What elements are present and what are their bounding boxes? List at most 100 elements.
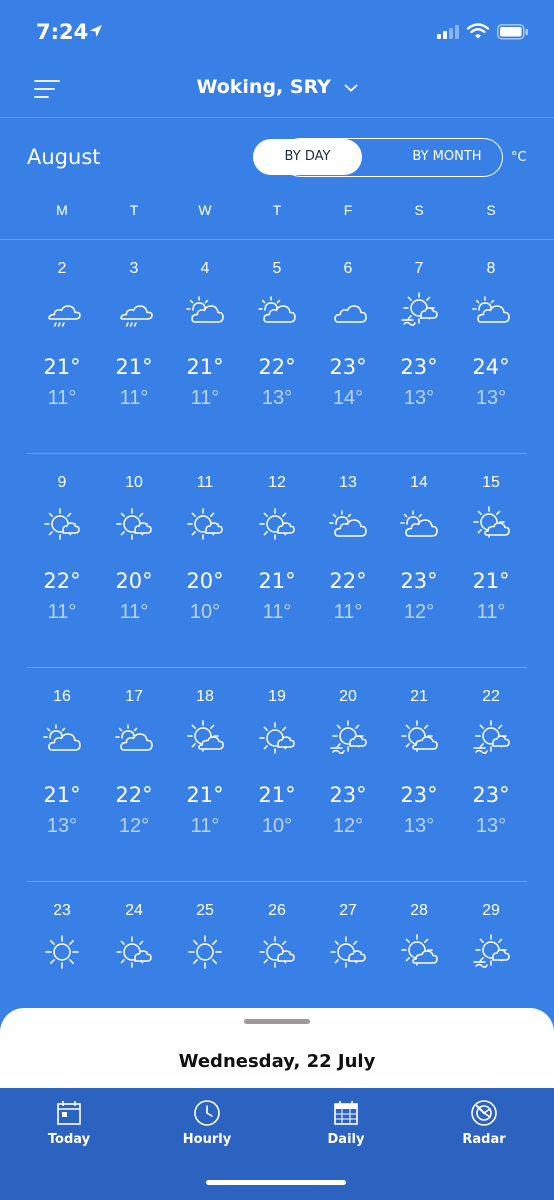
partly-cloudy-icon [329,510,367,537]
sunny-intervals-icon [187,508,223,540]
tab-label: Hourly [182,1132,232,1147]
day-cell[interactable]: 10 20° 11° [104,454,164,654]
low-temp: 11° [47,387,77,409]
high-temp: 23° [400,569,438,593]
day-cell[interactable]: 5 22° 13° [247,240,307,440]
low-temp: 11° [476,601,506,623]
cloud-icon [334,305,367,323]
high-temp: 21° [43,355,81,379]
day-number: 9 [57,474,67,491]
high-temp: 22° [329,569,367,593]
day-cell[interactable]: 2 21° 11° [32,240,92,440]
day-cell[interactable]: 21 23° 13° [389,668,449,868]
day-cell[interactable]: 6 23° 14° [318,240,378,440]
partly-cloudy-icon [43,724,81,751]
low-temp: 12° [118,815,150,837]
day-number: 16 [53,688,71,705]
day-number: 26 [268,902,286,919]
calendar-week-row: 9 22° 11° 10 20° 11° 11 20° 10° 12 21° 11° 13 22° 11° 1… [0,454,554,668]
day-cell[interactable]: 11 20° 10° [175,454,235,654]
status-time: 7:24 [36,20,89,44]
high-temp: 21° [186,355,224,379]
weekday-label: M [56,202,68,218]
tab-hourly[interactable]: Hourly [152,1098,262,1147]
sheet-drag-handle[interactable] [244,1019,310,1024]
day-cell[interactable]: 17 22° 12° [104,668,164,868]
low-temp: 13° [475,387,507,409]
day-cell[interactable]: 4 21° 11° [175,240,235,440]
high-temp: 21° [258,783,296,807]
low-temp: 11° [47,601,77,623]
sun-icon [45,935,79,969]
low-temp: 13° [46,815,78,837]
sun-behind-cloud-icon [187,720,224,752]
day-cell[interactable]: 18 21° 11° [175,668,235,868]
tab-label: Daily [327,1132,365,1147]
day-number: 24 [125,902,143,919]
sunny-intervals-icon [44,508,80,540]
day-number: 20 [339,688,357,705]
day-cell[interactable]: 12 21° 11° [247,454,307,654]
day-detail-sheet[interactable]: Wednesday, 22 July [0,1008,554,1098]
low-temp: 13° [403,815,435,837]
by-day-toggle[interactable]: BY DAY [253,139,362,175]
day-number: 12 [268,474,286,491]
low-temp: 11° [190,387,220,409]
sun-behind-cloud-icon [401,720,438,752]
day-cell[interactable]: 14 23° 12° [389,454,449,654]
day-cell[interactable]: 20 23° 12° [318,668,378,868]
temperature-unit-toggle[interactable]: °C [511,150,527,165]
day-number: 5 [272,260,282,277]
day-cell[interactable]: 7 23° 13° [389,240,449,440]
day-number: 18 [196,688,214,705]
day-number: 23 [53,902,71,919]
day-cell[interactable]: 3 21° 11° [104,240,164,440]
high-temp: 20° [186,569,224,593]
day-number: 27 [339,902,357,919]
weekday-label: S [486,202,496,218]
weekday-label: W [198,202,212,218]
low-temp: 11° [262,601,292,623]
day-cell[interactable]: 9 22° 11° [32,454,92,654]
day-cell[interactable]: 13 22° 11° [318,454,378,654]
cellular-signal-icon [437,25,459,39]
high-temp: 23° [329,783,367,807]
day-cell[interactable]: 15 21° 11° [461,454,521,654]
sun-behind-cloud-icon [473,506,510,538]
weekday-label: T [272,202,282,218]
location-selector[interactable]: Woking, SRY [0,76,554,98]
tab-label: Today [47,1132,91,1147]
calendar-daily-icon [334,1101,358,1125]
radar-icon [471,1100,497,1126]
rain-icon [120,305,153,327]
low-temp: 13° [403,387,435,409]
sunny-intervals-icon [259,936,295,968]
day-cell[interactable]: 22 23° 13° [461,668,521,868]
month-title: August [27,145,101,169]
low-temp: 10° [261,815,293,837]
day-number: 8 [486,260,496,277]
sun-behind-cloud-icon [401,934,438,966]
tab-daily[interactable]: Daily [291,1098,401,1147]
sun-icon [188,935,222,969]
day-cell[interactable]: 8 24° 13° [461,240,521,440]
high-temp: 21° [186,783,224,807]
sunny-intervals-icon [259,508,295,540]
high-temp: 23° [400,355,438,379]
sunny-intervals-icon [116,508,152,540]
by-month-toggle[interactable]: BY MONTH [392,139,502,175]
rain-icon [48,305,81,327]
low-temp: 11° [119,387,149,409]
sun-cloud-haze-icon [473,934,510,969]
low-temp: 11° [190,815,220,837]
high-temp: 23° [400,783,438,807]
tab-today[interactable]: Today [14,1098,124,1147]
day-cell[interactable]: 19 21° 10° [247,668,307,868]
calendar-today-icon [57,1101,81,1125]
high-temp: 24° [472,355,510,379]
day-cell[interactable]: 16 21° 13° [32,668,92,868]
high-temp: 23° [329,355,367,379]
day-number: 4 [200,260,210,277]
day-number: 22 [482,688,500,705]
tab-radar[interactable]: Radar [429,1098,539,1147]
